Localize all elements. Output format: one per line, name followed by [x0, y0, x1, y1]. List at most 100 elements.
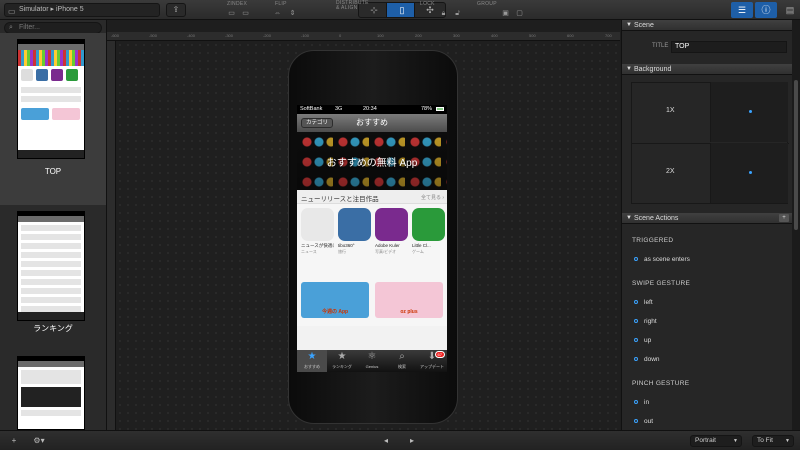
ruler-tick: -500: [149, 33, 158, 38]
scene-list-panel: ⌕ Filter... TOP ランキング: [0, 20, 107, 430]
battery-label: 78%: [421, 106, 433, 112]
tab-1[interactable]: ★ ランキング: [327, 350, 357, 372]
ungroup-button[interactable]: ▢: [514, 9, 525, 18]
trigger-item[interactable]: in: [634, 399, 649, 406]
app-window: ▭ Simulator ▸ iPhone 5 ⇪ ⊹ ▯ ✣ ZINDEX ▭ …: [0, 0, 800, 450]
inspector-scrollbar[interactable]: [792, 20, 800, 430]
tab-icon: ⌕: [399, 351, 405, 362]
background-section-header[interactable]: ▼ Background: [622, 64, 793, 75]
tab-icon: ★: [337, 351, 347, 362]
breadcrumb-label: Simulator ▸ iPhone 5: [19, 6, 84, 13]
promo-banner[interactable]: 今週の App: [301, 282, 369, 318]
tab-icon: ⚛: [367, 351, 377, 362]
actions-section-header[interactable]: ▼ Scene Actions +: [622, 213, 793, 224]
trigger-dot-icon: [634, 319, 638, 324]
add-action-button[interactable]: +: [779, 214, 789, 222]
bring-forward-button[interactable]: ▭: [226, 9, 237, 18]
actions-section-title: Scene Actions: [634, 215, 679, 222]
prev-scene-button[interactable]: ◂: [380, 434, 392, 448]
info-icon: ⓘ: [761, 5, 771, 15]
flip-group-label: FLIP: [275, 1, 287, 7]
banner-title: おすすめの無料 App: [326, 158, 418, 169]
tab-0[interactable]: ★ おすすめ: [297, 350, 327, 372]
update-badge: 67: [434, 351, 445, 358]
ruler-tick: -600: [111, 33, 120, 38]
tab-2[interactable]: ⚛ Genius: [357, 350, 387, 372]
trigger-item[interactable]: left: [634, 299, 653, 306]
trigger-item[interactable]: down: [634, 356, 660, 363]
breadcrumb[interactable]: ▭ Simulator ▸ iPhone 5: [4, 3, 160, 17]
ruler-tick: 0: [339, 33, 342, 38]
bg-1x-well[interactable]: [710, 82, 788, 142]
scene-tile-top[interactable]: TOP: [0, 33, 106, 205]
trigger-item[interactable]: out: [634, 418, 653, 425]
library-icon: ▤: [785, 5, 795, 15]
scene-tile-ranking[interactable]: ランキング: [0, 205, 106, 345]
unlock-icon[interactable]: 🔓︎: [452, 9, 463, 18]
trigger-item[interactable]: right: [634, 318, 657, 325]
section-title: ニューリリースと注目作品: [301, 196, 379, 203]
scrollbar-thumb[interactable]: [794, 80, 798, 230]
ruler-tick: -100: [301, 33, 310, 38]
promo-banner[interactable]: oz plus: [375, 282, 443, 318]
gear-icon: ⚙▾: [33, 436, 45, 445]
app-icon: [412, 208, 445, 241]
trigger-dot-icon: [634, 419, 638, 424]
ruler-tick: 200: [415, 33, 422, 38]
trigger-label: right: [644, 318, 657, 325]
list-icon: ☰: [737, 5, 747, 15]
trigger-label: out: [644, 418, 654, 425]
share-button[interactable]: ⇪: [166, 3, 186, 17]
info-button[interactable]: ⓘ: [755, 2, 777, 18]
flip-vertical-button[interactable]: ⇕: [287, 9, 298, 18]
section-header: ニューリリースと注目作品 全て見る ›: [297, 190, 447, 204]
see-all-link[interactable]: 全て見る ›: [421, 194, 444, 201]
title-input[interactable]: TOP: [671, 41, 787, 53]
scene-thumbnail: [17, 39, 85, 159]
app-card[interactable]: tibo360° 旅行: [338, 208, 371, 278]
app-row: ニュースが快適に読める・...ニュースtibo360°旅行Adobe Kuler…: [297, 204, 447, 278]
flip-horizontal-button[interactable]: ⇔: [272, 9, 283, 18]
tab-4[interactable]: ⬇ アップデート 67: [417, 350, 447, 372]
trigger-label: left: [644, 299, 653, 306]
app-card[interactable]: Little Cl... ゲーム: [412, 208, 445, 278]
app-category: ニュース: [301, 249, 317, 254]
app-card[interactable]: Adobe Kuler 写真/ビデオ: [375, 208, 408, 278]
ruler-tick: -400: [187, 33, 196, 38]
collapse-icon: ▼: [626, 215, 632, 221]
trigger-item[interactable]: up: [634, 337, 651, 344]
tab-label: 検索: [398, 364, 406, 369]
chevron-down-icon: ▼: [785, 438, 790, 444]
group-button[interactable]: ▣: [500, 9, 511, 18]
title-label: TITLE: [652, 43, 669, 49]
settings-menu-button[interactable]: ⚙▾: [28, 434, 50, 448]
trigger-item[interactable]: as scene enters: [634, 256, 690, 263]
scene-label: TOP: [44, 167, 62, 176]
vertical-ruler: [107, 41, 116, 430]
ruler-tick: 700: [605, 33, 612, 38]
add-scene-button[interactable]: +: [6, 434, 22, 448]
tab-3[interactable]: ⌕ 検索: [387, 350, 417, 372]
ruler-tick: 400: [491, 33, 498, 38]
collapse-icon: ▼: [626, 66, 632, 72]
library-button[interactable]: ▤: [779, 2, 800, 18]
scene-section-header[interactable]: ▼ Scene: [622, 20, 793, 31]
phone-screen[interactable]: SoftBank 3G 20:34 78% カテゴリ おすすめ おすすめの無料 …: [297, 105, 447, 372]
featured-banner[interactable]: おすすめの無料 App: [297, 132, 447, 190]
zoom-select[interactable]: To Fit ▼: [752, 435, 794, 447]
lock-icon[interactable]: 🔒︎: [438, 9, 449, 18]
next-scene-button[interactable]: ▸: [406, 434, 418, 448]
nav-title: おすすめ: [356, 118, 388, 127]
scene-tile-genius[interactable]: [0, 352, 106, 430]
trigger-dot-icon: [634, 300, 638, 305]
app-card[interactable]: ニュースが快適に読める・...ニュース: [301, 208, 334, 278]
inspector-list-button[interactable]: ☰: [731, 2, 753, 18]
orientation-select[interactable]: Portrait ▼: [690, 435, 742, 447]
time-label: 20:34: [363, 106, 377, 112]
trigger-group-title: SWIPE GESTURE: [632, 280, 691, 287]
app-category: 写真/ビデオ: [375, 249, 397, 254]
bg-2x-well[interactable]: [710, 143, 788, 203]
app-icon: [338, 208, 371, 241]
ruler-tick: 600: [567, 33, 574, 38]
send-backward-button[interactable]: ▭: [240, 9, 251, 18]
